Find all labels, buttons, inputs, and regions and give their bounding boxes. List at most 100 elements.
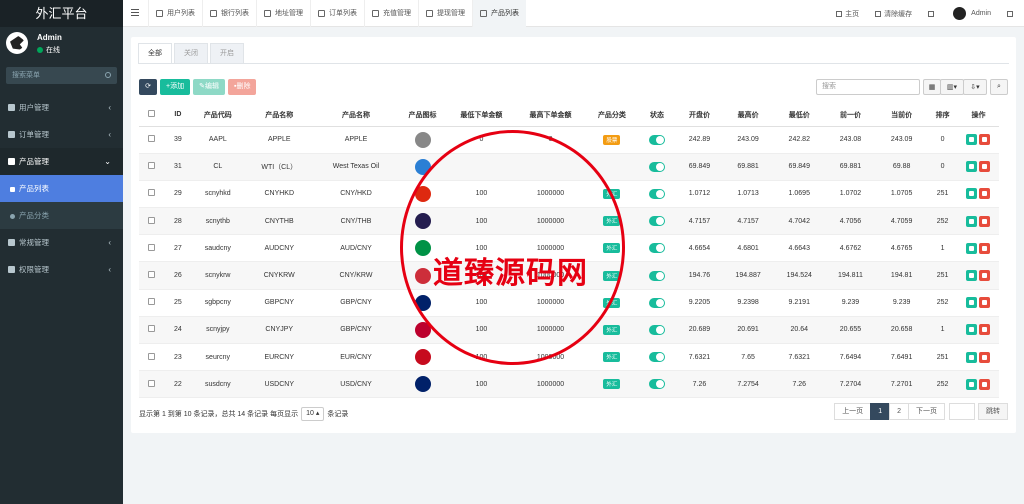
tab-user-list[interactable]: 用户列表 xyxy=(148,0,202,27)
cell-status[interactable] xyxy=(637,126,677,154)
row-select-cell[interactable] xyxy=(139,289,164,317)
edit-row-icon[interactable] xyxy=(966,378,978,390)
table-row[interactable]: 23 seurcny EURCNY EUR/CNY 100 1000000 外汇 7.6321… xyxy=(139,343,999,372)
status-toggle[interactable] xyxy=(648,134,665,145)
user-menu[interactable]: Admin xyxy=(945,7,999,20)
table-row[interactable]: 31 CL WTI（CL） West Texas Oil 69.849 69.881 69.… xyxy=(139,153,999,181)
edit-row-icon[interactable] xyxy=(966,351,978,363)
cell-status[interactable] xyxy=(637,343,677,372)
tab-bank-list[interactable]: 银行列表 xyxy=(202,0,256,27)
home-button[interactable]: 主页 xyxy=(828,9,867,19)
tab-closed[interactable]: 关闭 xyxy=(174,43,208,63)
row-checkbox[interactable] xyxy=(147,243,155,251)
cell-status[interactable] xyxy=(637,180,677,209)
row-select-cell[interactable] xyxy=(139,370,164,399)
col-open[interactable]: 开盘价 xyxy=(676,104,723,127)
sidebar-item-products[interactable]: 产品管理 ⌄ xyxy=(0,148,123,175)
row-select-cell[interactable] xyxy=(139,153,164,181)
edit-row-icon[interactable] xyxy=(966,161,978,173)
row-select-cell[interactable] xyxy=(139,234,164,263)
edit-row-icon[interactable] xyxy=(966,242,978,254)
refresh-button[interactable]: ⟳ xyxy=(139,79,157,95)
status-toggle[interactable] xyxy=(648,188,665,199)
row-checkbox[interactable] xyxy=(147,189,155,197)
col-prev[interactable]: 前一价 xyxy=(824,104,877,127)
tab-recharge[interactable]: 充值管理 xyxy=(364,0,418,27)
row-select-cell[interactable] xyxy=(139,126,164,154)
sidebar-item-permissions[interactable]: 权限管理 ‹ xyxy=(0,256,123,283)
prev-page-button[interactable]: 上一页 xyxy=(834,403,872,420)
status-toggle[interactable] xyxy=(648,324,665,335)
row-checkbox[interactable] xyxy=(147,298,155,306)
row-checkbox[interactable] xyxy=(147,162,155,170)
tab-withdraw[interactable]: 提现管理 xyxy=(418,0,472,27)
edit-row-icon[interactable] xyxy=(966,297,978,309)
col-high[interactable]: 最高价 xyxy=(722,104,774,127)
col-max[interactable]: 最高下单金额 xyxy=(514,104,587,127)
delete-row-icon[interactable] xyxy=(979,242,991,254)
row-checkbox[interactable] xyxy=(147,379,155,387)
delete-row-icon[interactable] xyxy=(979,297,991,309)
search-icon[interactable] xyxy=(105,72,111,78)
jump-page-input[interactable] xyxy=(949,403,975,420)
row-select-cell[interactable] xyxy=(139,180,164,209)
jump-button[interactable]: 跳转 xyxy=(978,403,1008,420)
delete-row-icon[interactable] xyxy=(979,161,991,173)
row-select-cell[interactable] xyxy=(139,207,164,236)
cell-status[interactable] xyxy=(637,261,677,290)
col-code[interactable]: 产品代码 xyxy=(192,104,244,127)
sidebar-item-product-list[interactable]: 产品列表 xyxy=(0,175,123,202)
row-select-cell[interactable] xyxy=(139,261,164,290)
row-checkbox[interactable] xyxy=(147,216,155,224)
col-name2[interactable]: 产品名称 xyxy=(315,104,397,127)
delete-row-icon[interactable] xyxy=(979,270,991,282)
cell-status[interactable] xyxy=(637,316,677,345)
delete-row-icon[interactable] xyxy=(979,378,991,390)
table-search-input[interactable]: 搜索 xyxy=(816,79,920,95)
edit-row-icon[interactable] xyxy=(966,324,978,336)
sidebar-item-product-category[interactable]: 产品分类 xyxy=(0,202,123,229)
col-name[interactable]: 产品名称 xyxy=(243,104,316,127)
sidebar-item-users[interactable]: 用户管理 ‹ xyxy=(0,94,123,121)
table-row[interactable]: 25 sgbpcny GBPCNY GBP/CNY 100 1000000 外汇 9.2205… xyxy=(139,289,999,317)
table-row[interactable]: 22 susdcny USDCNY USD/CNY 100 1000000 外汇 7.26 7.… xyxy=(139,370,999,399)
col-category[interactable]: 产品分类 xyxy=(586,104,638,127)
toggle-view-button[interactable]: ▦ xyxy=(923,79,941,95)
table-row[interactable]: 26 scnykrw CNYKRW CNY/KRW 100 1000000 外汇 194.76… xyxy=(139,261,999,290)
cell-status[interactable] xyxy=(637,207,677,236)
status-toggle[interactable] xyxy=(648,379,665,390)
col-min[interactable]: 最低下单金额 xyxy=(448,104,515,127)
row-select-cell[interactable] xyxy=(139,316,164,345)
menu-toggle-icon[interactable] xyxy=(131,9,139,16)
edit-row-icon[interactable] xyxy=(966,270,978,282)
col-icon[interactable]: 产品图标 xyxy=(396,104,449,127)
col-low[interactable]: 最低价 xyxy=(773,104,825,127)
status-toggle[interactable] xyxy=(648,216,665,227)
app-title[interactable]: 外汇平台 xyxy=(0,0,123,27)
col-current[interactable]: 当前价 xyxy=(876,104,928,127)
row-checkbox[interactable] xyxy=(147,271,155,279)
table-row[interactable]: 27 saudcny AUDCNY AUD/CNY 100 1000000 外汇 4.6654… xyxy=(139,234,999,263)
tab-product-list[interactable]: 产品列表 xyxy=(472,0,526,27)
fullscreen-button[interactable] xyxy=(920,10,945,17)
page-size-select[interactable]: 10 ▴ xyxy=(301,407,325,421)
settings-button[interactable] xyxy=(999,10,1024,17)
row-checkbox[interactable] xyxy=(147,352,155,360)
add-button[interactable]: + 添加 xyxy=(160,79,191,95)
row-checkbox[interactable] xyxy=(147,135,155,143)
edit-row-icon[interactable] xyxy=(966,188,978,200)
tab-open[interactable]: 开启 xyxy=(210,43,244,63)
col-sort[interactable]: 排序 xyxy=(927,104,958,127)
delete-row-icon[interactable] xyxy=(979,134,991,146)
table-row[interactable]: 28 scnythb CNYTHB CNY/THB 100 1000000 外汇 4.7157… xyxy=(139,207,999,236)
select-all-header[interactable] xyxy=(139,104,164,127)
edit-row-icon[interactable] xyxy=(966,134,978,146)
delete-row-icon[interactable] xyxy=(979,324,991,336)
sidebar-item-general[interactable]: 常规管理 ‹ xyxy=(0,229,123,256)
edit-button[interactable]: ✎ 编辑 xyxy=(193,79,225,95)
select-all-checkbox[interactable] xyxy=(147,110,155,118)
table-row[interactable]: 39 AAPL APPLE APPLE 0 0 股票 242.89 243.09 242.82 24… xyxy=(139,126,999,154)
sidebar-item-orders[interactable]: 订单管理 ‹ xyxy=(0,121,123,148)
status-toggle[interactable] xyxy=(648,243,665,254)
row-select-cell[interactable] xyxy=(139,343,164,372)
